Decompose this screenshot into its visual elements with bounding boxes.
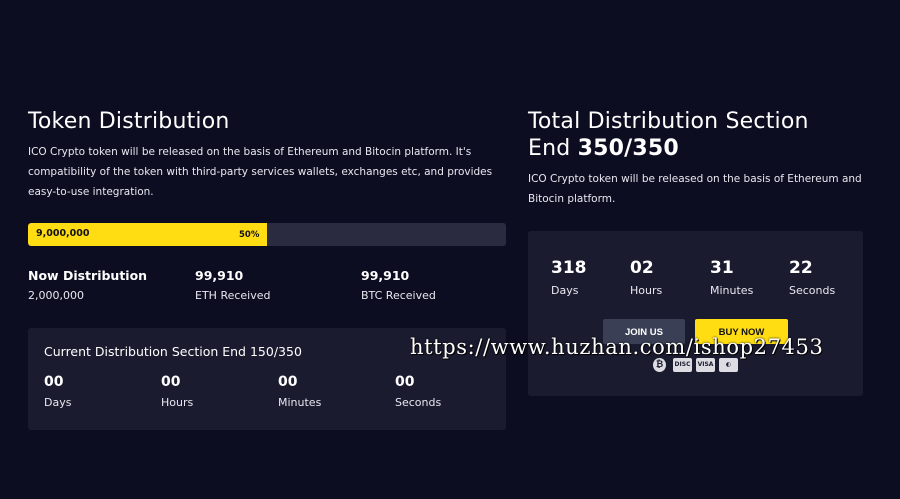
- countdown-label: Minutes: [278, 396, 322, 409]
- discover-card-icon: DISC: [673, 358, 692, 372]
- stat-eth-received: 99,910 ETH Received: [195, 268, 271, 302]
- title-line1: Total Distribution Section: [528, 109, 809, 134]
- stat-label: BTC Received: [361, 289, 436, 302]
- visa-card-icon: VISA: [696, 358, 715, 372]
- countdown-label: Seconds: [395, 396, 442, 409]
- countdown-seconds: 00 Seconds: [395, 374, 441, 409]
- countdown-seconds: 22 Seconds: [789, 258, 835, 297]
- total-distribution-description: ICO Crypto token will be released on the…: [528, 173, 862, 205]
- token-distribution-title: Token Distribution: [28, 109, 230, 134]
- total-distribution-card: 318 Days 02 Hours 31 Minutes 22 Seconds …: [528, 231, 863, 396]
- stat-title: 99,910: [195, 268, 244, 283]
- countdown-label: Hours: [161, 396, 194, 409]
- countdown-label: Minutes: [710, 284, 754, 297]
- total-distribution-section: Total Distribution Section End 350/350 I…: [528, 108, 863, 396]
- countdown-label: Days: [44, 396, 72, 409]
- progress-amount: 9,000,000: [36, 228, 90, 239]
- countdown-value: 02: [630, 258, 654, 278]
- countdown-hours: 00 Hours: [161, 374, 193, 409]
- countdown-value: 00: [278, 374, 298, 390]
- countdown-value: 31: [710, 258, 734, 278]
- stat-label: ETH Received: [195, 289, 271, 302]
- countdown-minutes: 00 Minutes: [278, 374, 321, 409]
- countdown-value: 00: [395, 374, 415, 390]
- token-distribution-description: ICO Crypto token will be released on the…: [28, 146, 493, 198]
- mastercard-icon: ◐: [719, 358, 738, 372]
- title-line2-bold: 350/350: [577, 136, 679, 161]
- stat-value: 2,000,000: [28, 289, 84, 302]
- countdown-days: 318 Days: [551, 258, 587, 297]
- countdown-days: 00 Days: [44, 374, 71, 409]
- title-line2-prefix: End: [528, 136, 578, 161]
- countdown-hours: 02 Hours: [630, 258, 662, 297]
- bitcoin-icon: ₿: [653, 358, 666, 372]
- stat-title: 99,910: [361, 268, 410, 283]
- token-distribution-section: Token Distribution ICO Crypto token will…: [28, 108, 506, 430]
- total-distribution-title: Total Distribution Section End 350/350: [528, 108, 863, 162]
- countdown-label: Hours: [630, 284, 663, 297]
- countdown-value: 318: [551, 258, 587, 278]
- progress-percent: 50%: [239, 230, 260, 240]
- countdown-value: 00: [44, 374, 64, 390]
- countdown-value: 00: [161, 374, 181, 390]
- stat-now-distribution: Now Distribution 2,000,000: [28, 268, 147, 302]
- stat-title: Now Distribution: [28, 268, 148, 283]
- countdown-label: Days: [551, 284, 579, 297]
- distribution-progress-bar: 9,000,000 50%: [28, 223, 506, 246]
- watermark-text: https://www.huzhan.com/ishop27453: [410, 335, 824, 359]
- countdown-label: Seconds: [789, 284, 836, 297]
- current-distribution-title: Current Distribution Section End 150/350: [44, 344, 302, 359]
- stat-btc-received: 99,910 BTC Received: [361, 268, 436, 302]
- countdown-minutes: 31 Minutes: [710, 258, 753, 297]
- countdown-value: 22: [789, 258, 813, 278]
